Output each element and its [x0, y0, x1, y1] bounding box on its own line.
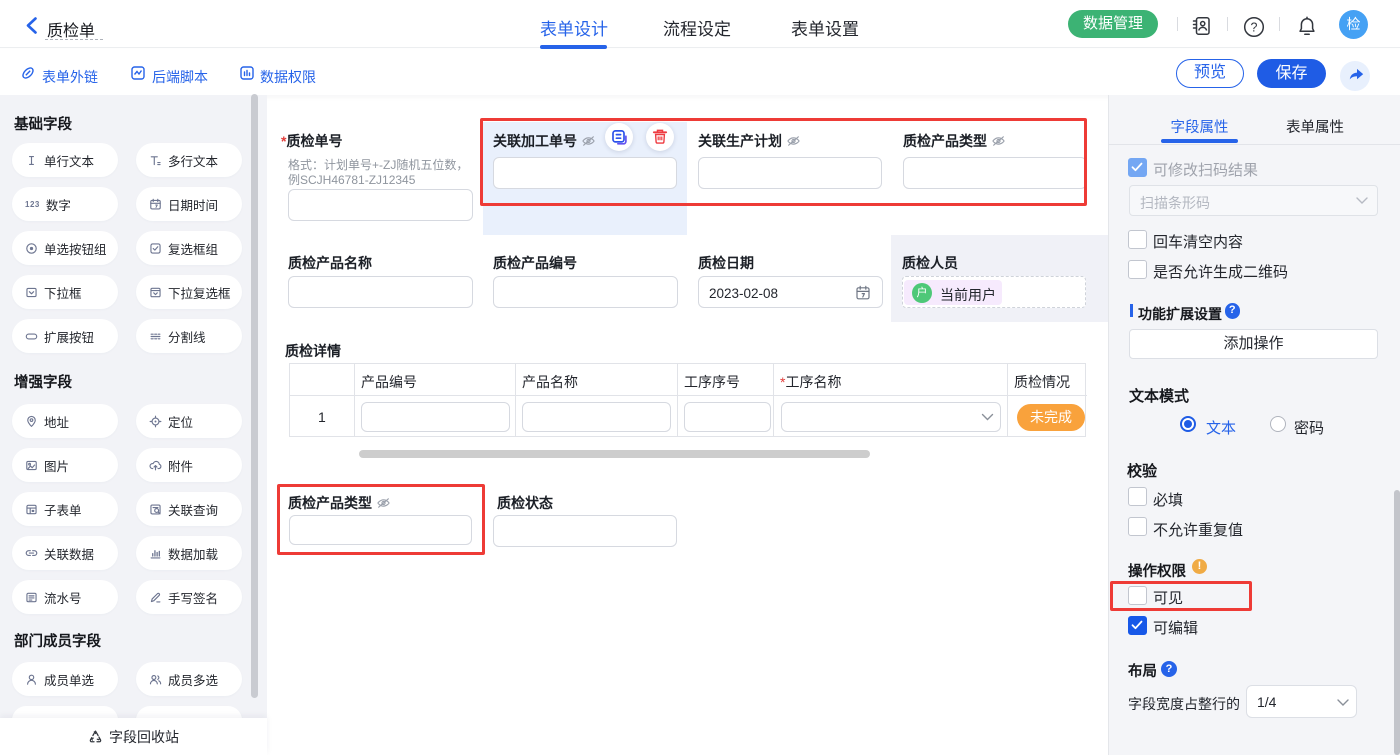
svg-text:?: ? [1251, 21, 1258, 35]
